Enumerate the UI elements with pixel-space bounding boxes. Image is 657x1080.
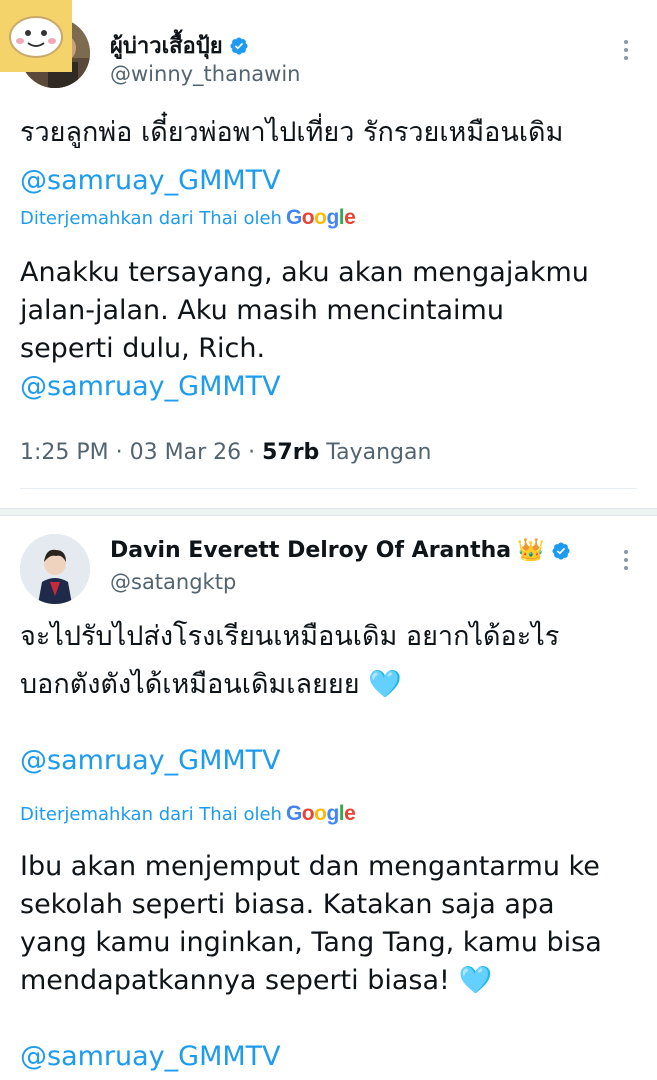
more-options-icon[interactable] — [623, 40, 629, 60]
google-logo: Google — [285, 206, 356, 229]
tweet-text-line: จะไปรับไปส่งโรงเรียนเหมือนเดิม อยากได้อะ… — [20, 621, 560, 652]
translated-text-line: seperti dulu, Rich. — [20, 333, 266, 364]
translated-from-label: Diterjemahkan dari Thai oleh — [20, 208, 282, 229]
translated-text: Ibu akan menjemput dan mengantarmu ke se… — [20, 848, 640, 1076]
translated-text-line: yang kamu inginkan, Tang Tang, kamu bisa — [20, 927, 602, 958]
translated-text-line-4: mendapatkannya seperti biasa! 🩵 — [20, 962, 640, 1000]
views-label: Tayangan — [319, 440, 432, 465]
handle[interactable]: @satangktp — [110, 570, 236, 594]
light-blue-heart-emoji: 🩵 — [458, 965, 493, 996]
tweet-text-line-2: บอกตังตังได้เหมือนเดิมเลยยย 🩵 — [20, 666, 640, 704]
author-row[interactable]: ผู้บ่าวเสื้อปุ้ย — [110, 28, 249, 63]
more-options-icon[interactable] — [623, 550, 629, 570]
views-count: 57rb — [262, 440, 320, 465]
google-logo: Google — [285, 802, 356, 825]
translated-text-line: sekolah seperti biasa. Katakan saja apa — [20, 889, 555, 920]
sticker-icon — [0, 0, 72, 72]
tweet-card[interactable]: Davin Everett Delroy Of Arantha 👑 @satan… — [0, 516, 657, 1080]
translation-attribution: Diterjemahkan dari Thai oleh Google — [20, 802, 356, 826]
verified-badge-icon — [551, 541, 570, 560]
mention-link[interactable]: @samruay_GMMTV — [20, 1038, 640, 1076]
translated-text-line: Ibu akan menjemput dan mengantarmu ke — [20, 851, 600, 882]
tweet-meta: 1:25 PM · 03 Mar 26 · 57rb Tayangan — [20, 440, 431, 465]
crown-emoji: 👑 — [517, 537, 545, 563]
display-name[interactable]: ผู้บ่าวเสื้อปุ้ย — [110, 28, 223, 63]
avatar-image — [20, 534, 90, 604]
translated-text-line: Anakku tersayang, aku akan mengajakmu — [20, 257, 589, 288]
mention-link[interactable]: @samruay_GMMTV — [20, 162, 640, 200]
display-name[interactable]: Davin Everett Delroy Of Arantha — [110, 538, 511, 563]
tweet-text: รวยลูกพ่อ เดี๋ยวพ่อพาไปเที่ยว รักรวยเหมื… — [20, 114, 640, 200]
timestamp[interactable]: 1:25 PM · 03 Mar 26 · — [20, 440, 262, 465]
translated-text-line: mendapatkannya seperti biasa! — [20, 965, 450, 996]
mention-link[interactable]: @samruay_GMMTV — [20, 742, 640, 780]
translated-from-label: Diterjemahkan dari Thai oleh — [20, 804, 282, 825]
avatar[interactable] — [20, 534, 90, 604]
tweet-text-line: บอกตังตังได้เหมือนเดิมเลยยย — [20, 669, 360, 700]
mention-link[interactable]: @samruay_GMMTV — [20, 368, 640, 406]
translated-text: Anakku tersayang, aku akan mengajakmu ja… — [20, 254, 640, 406]
light-blue-heart-emoji: 🩵 — [368, 669, 402, 700]
tweet-card[interactable]: ผู้บ่าวเสื้อปุ้ย @winny_thanawin รวยลูกพ… — [0, 0, 657, 508]
tweet-text-line: รวยลูกพ่อ เดี๋ยวพ่อพาไปเที่ยว รักรวยเหมื… — [20, 117, 564, 148]
verified-badge-icon — [230, 36, 248, 55]
handle[interactable]: @winny_thanawin — [110, 62, 300, 86]
tweet-text: จะไปรับไปส่งโรงเรียนเหมือนเดิม อยากได้อะ… — [20, 618, 640, 780]
divider — [20, 488, 637, 489]
tweet-separator — [0, 508, 657, 516]
author-row[interactable]: Davin Everett Delroy Of Arantha 👑 — [110, 538, 571, 563]
translated-text-line: jalan-jalan. Aku masih mencintaimu — [20, 295, 504, 326]
translation-attribution: Diterjemahkan dari Thai oleh Google — [20, 206, 356, 230]
